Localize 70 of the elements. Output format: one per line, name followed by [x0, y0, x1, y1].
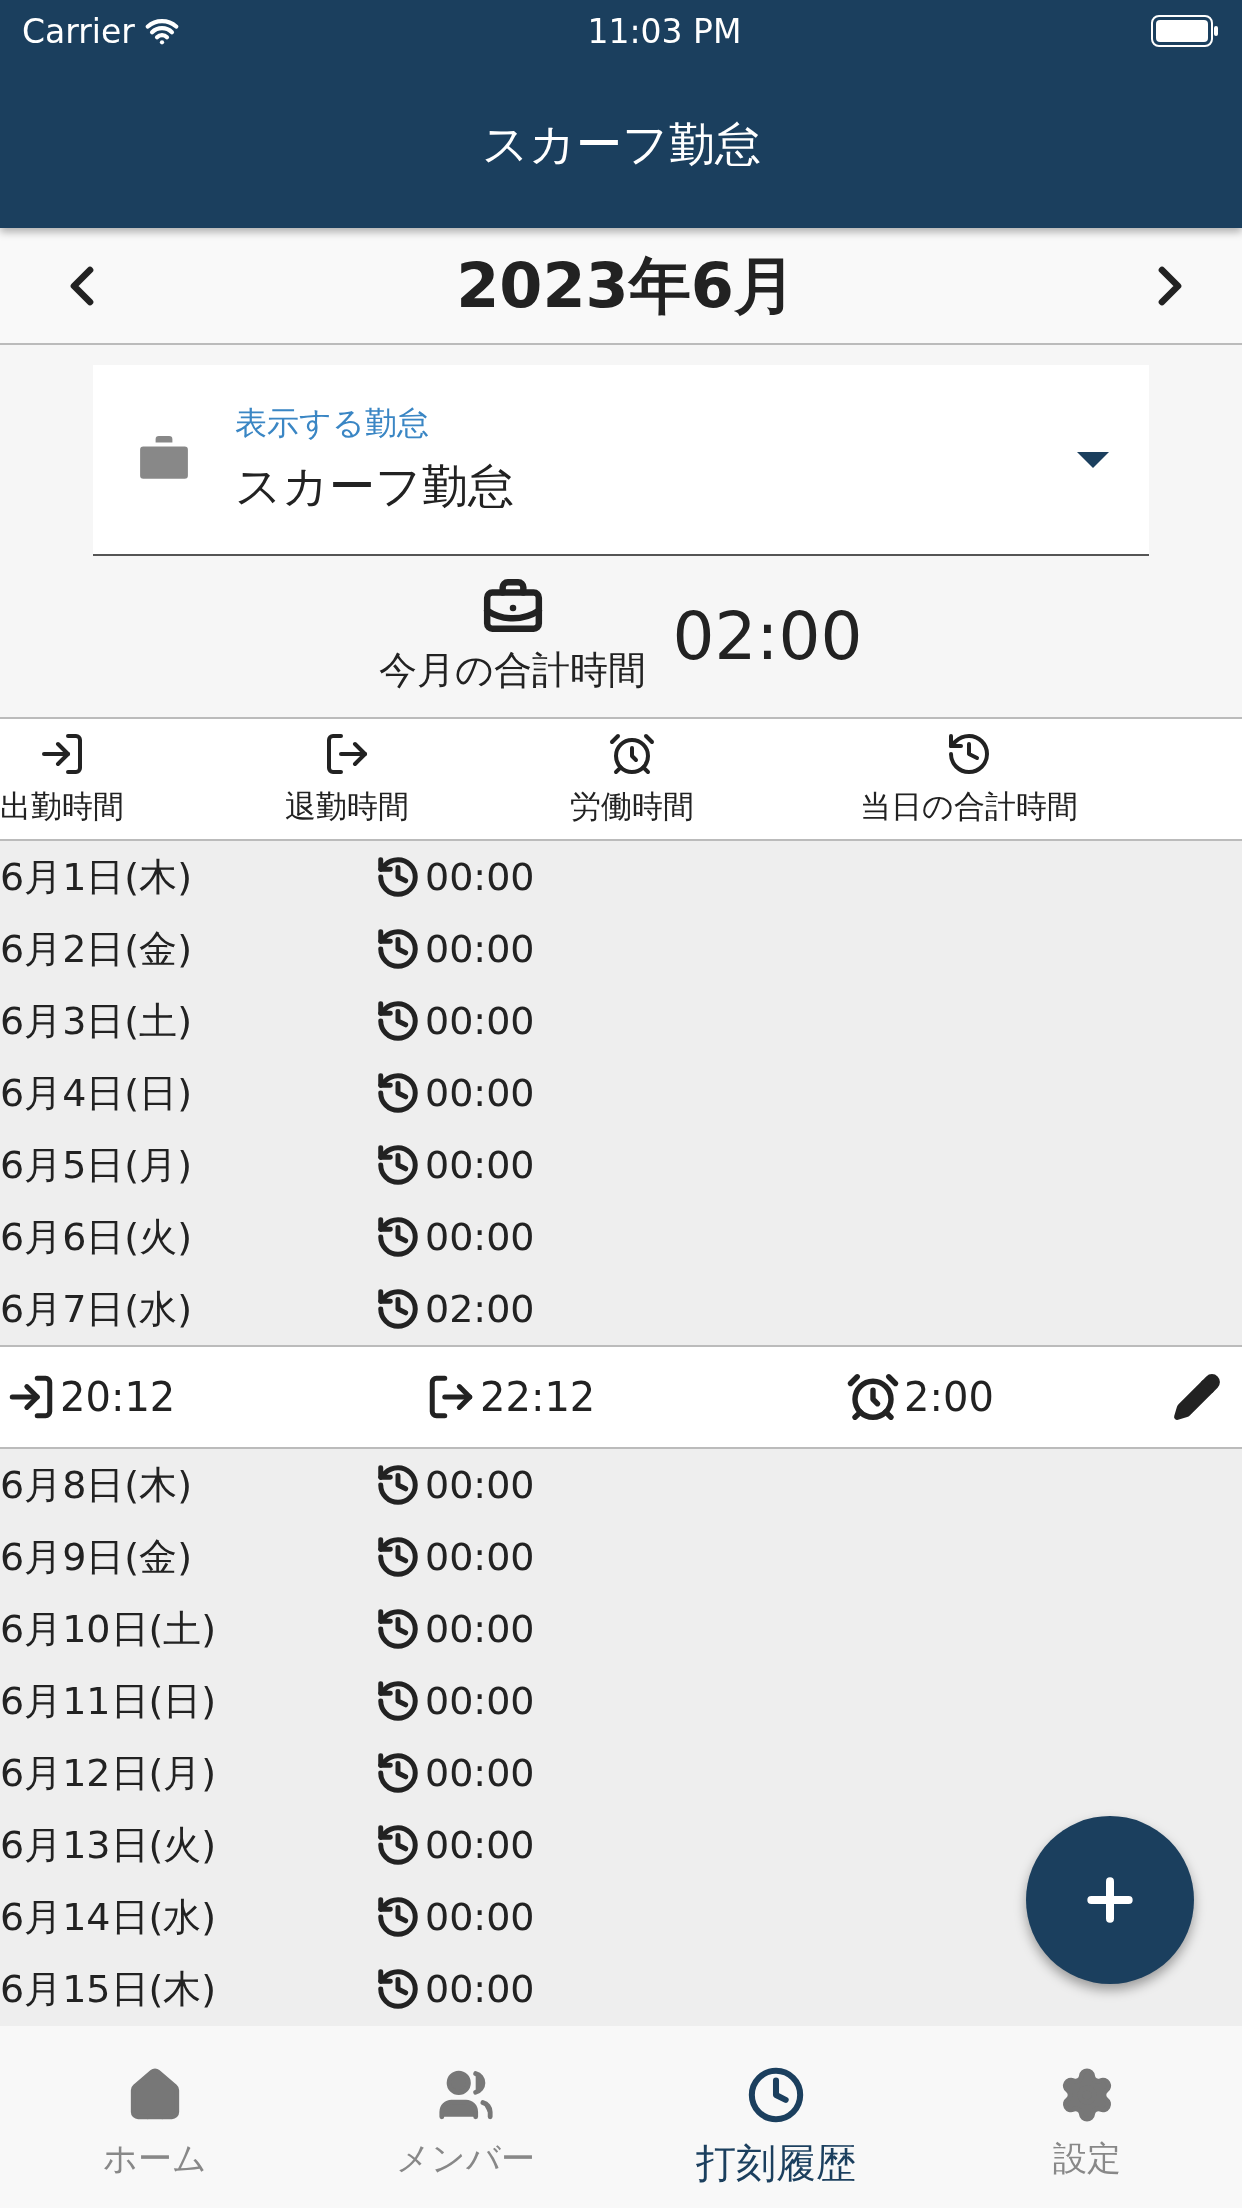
day-total: 00:00: [425, 1535, 535, 1579]
day-date: 6月1日(木): [0, 853, 193, 901]
column-header: 労働時間: [570, 787, 694, 826]
day-date: 6月12日(月): [0, 1749, 218, 1797]
day-date: 6月4日(日): [0, 1069, 193, 1117]
day-total: 00:00: [425, 1607, 535, 1651]
day-date: 6月9日(金): [0, 1533, 193, 1581]
month-title: 2023年6月: [456, 247, 796, 324]
work-time: 2:00: [904, 1374, 994, 1420]
history-icon: [375, 1750, 421, 1796]
day-date: 6月7日(水): [0, 1285, 193, 1333]
history-icon: [375, 1606, 421, 1652]
clock-time: 11:03 PM: [587, 11, 742, 51]
battery-icon: [1150, 14, 1220, 48]
history-icon: [375, 1142, 421, 1188]
day-total: 00:00: [425, 1215, 535, 1259]
tab-bar-item[interactable]: ホーム: [0, 2026, 311, 2208]
history-icon: [375, 1462, 421, 1508]
day-date: 6月6日(火): [0, 1213, 193, 1261]
total-label: 今月の合計時間: [379, 647, 647, 694]
day-date: 6月13日(火): [0, 1821, 218, 1869]
history-icon: [375, 1286, 421, 1332]
day-date: 6月3日(土): [0, 997, 193, 1045]
history-icon: [375, 1822, 421, 1868]
history-icon: [375, 1534, 421, 1580]
day-total: 00:00: [425, 1071, 535, 1115]
day-total: 00:00: [425, 1463, 535, 1507]
clock-in-time: 20:12: [60, 1374, 176, 1420]
dropdown-label: 表示する勤怠: [235, 402, 430, 444]
attendance-dropdown[interactable]: 表示する勤怠 スカーフ勤怠: [93, 365, 1149, 556]
day-total: 00:00: [425, 1823, 535, 1867]
day-date: 6月10日(土): [0, 1605, 218, 1653]
clock-out-time: 22:12: [480, 1374, 596, 1420]
history-icon: [375, 1214, 421, 1260]
history-icon: [375, 1894, 421, 1940]
day-total: 00:00: [425, 1143, 535, 1187]
edit-button[interactable]: [1172, 1372, 1222, 1422]
day-total: 00:00: [425, 927, 535, 971]
day-date: 6月2日(金): [0, 925, 193, 973]
tab-bar-item[interactable]: 設定: [931, 2026, 1242, 2208]
history-icon: [375, 998, 421, 1044]
history-icon: [375, 926, 421, 972]
day-date: 6月15日(木): [0, 1965, 218, 2013]
history-icon: [375, 1966, 421, 2012]
pencil-icon: [1172, 1372, 1222, 1422]
day-total: 00:00: [425, 855, 535, 899]
day-total: 00:00: [425, 1679, 535, 1723]
day-date: 6月8日(木): [0, 1461, 193, 1509]
day-total: 00:00: [425, 999, 535, 1043]
total-value: 02:00: [672, 598, 863, 675]
day-date: 6月14日(水): [0, 1893, 218, 1941]
day-total: 02:00: [425, 1287, 535, 1331]
caret-icon: [1077, 451, 1109, 468]
app-title: スカーフ勤怠: [481, 116, 761, 173]
history-icon: [375, 1678, 421, 1724]
carrier-name: Carrier: [22, 11, 135, 51]
history-icon: [375, 854, 421, 900]
column-header: 退勤時間: [285, 787, 409, 826]
clock-icon: [747, 2066, 806, 2124]
day-date: 6月11日(日): [0, 1677, 218, 1725]
column-header: 当日の合計時間: [860, 787, 1078, 826]
day-total: 00:00: [425, 1751, 535, 1795]
tab-bar-item[interactable]: メンバー: [310, 2026, 621, 2208]
tab-bar-item[interactable]: 打刻履歴: [621, 2026, 932, 2208]
dropdown-value: スカーフ勤怠: [235, 457, 515, 515]
day-total: 00:00: [425, 1967, 535, 2011]
history-icon: [375, 1070, 421, 1116]
day-total: 00:00: [425, 1895, 535, 1939]
column-header: 出勤時間: [0, 787, 124, 826]
day-date: 6月5日(月): [0, 1141, 193, 1189]
